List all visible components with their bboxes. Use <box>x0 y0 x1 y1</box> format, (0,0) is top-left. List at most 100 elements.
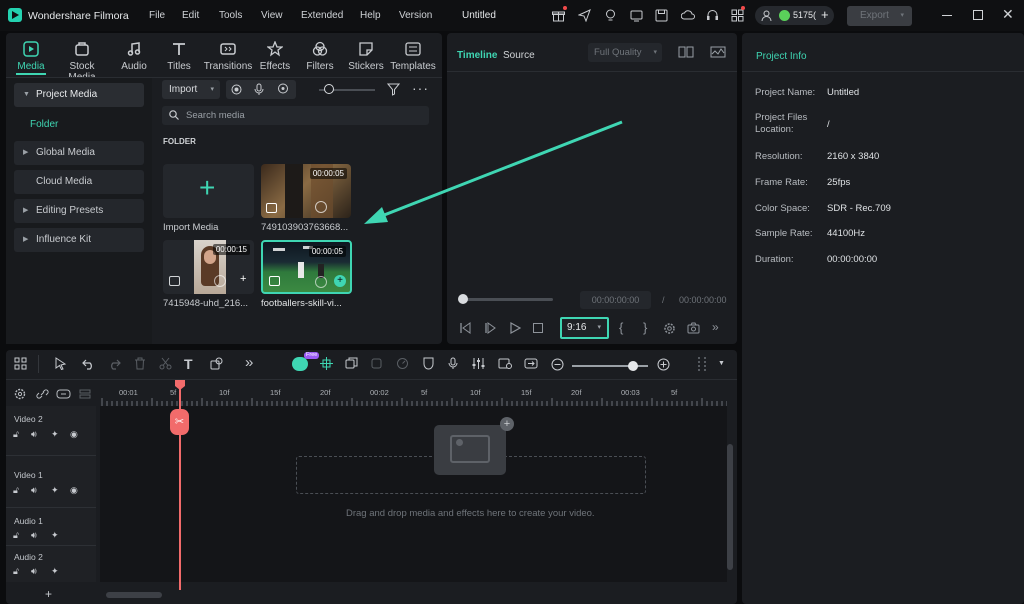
filter-icon[interactable] <box>387 83 400 96</box>
more-controls-icon[interactable]: » <box>712 320 719 334</box>
mute-track-icon[interactable]: 🔊︎ <box>31 485 37 496</box>
grid-dots-icon[interactable] <box>696 356 708 372</box>
tab-media[interactable]: Media <box>6 39 56 72</box>
mark-out-icon[interactable]: } <box>643 320 647 335</box>
undo-icon[interactable] <box>82 357 95 370</box>
voiceover-icon[interactable] <box>448 357 458 370</box>
account-credits[interactable]: 5175( + <box>755 6 834 25</box>
compare-view-icon[interactable] <box>678 46 694 58</box>
import-media-tile[interactable]: + <box>163 164 254 218</box>
mute-track-icon[interactable]: 🔊︎ <box>31 530 37 541</box>
split-icon[interactable] <box>159 357 172 370</box>
ai-assistant-icon[interactable] <box>292 357 308 371</box>
menu-tools[interactable]: Tools <box>219 10 242 21</box>
record-screen-icon[interactable] <box>231 84 242 95</box>
tab-titles[interactable]: Titles <box>156 39 202 72</box>
zoom-in-icon[interactable] <box>657 358 670 371</box>
tab-stickers[interactable]: Stickers <box>341 39 391 72</box>
vertical-scrollbar[interactable] <box>727 444 733 570</box>
lock-track-icon[interactable]: 🔓︎ <box>13 429 19 440</box>
tab-filters[interactable]: Filters <box>296 39 344 72</box>
current-time[interactable]: 00:00:00:00 <box>580 291 651 309</box>
redo-icon[interactable] <box>108 357 121 370</box>
close-icon[interactable]: ✕ <box>1002 6 1014 23</box>
previous-frame-icon[interactable] <box>459 322 471 334</box>
tab-templates[interactable]: Templates <box>387 39 439 72</box>
export-button[interactable]: Export ▾ <box>847 6 912 26</box>
import-dropdown[interactable]: Import ▾ <box>162 80 220 99</box>
track-area[interactable] <box>100 406 727 582</box>
eye-icon[interactable]: ◉ <box>70 429 78 440</box>
cloud-upload-icon[interactable] <box>681 9 695 22</box>
headset-icon[interactable] <box>706 9 719 22</box>
preview-progress-handle[interactable] <box>458 294 468 304</box>
tab-effects[interactable]: Effects <box>251 39 299 72</box>
scissors-icon[interactable]: ✂ <box>170 409 189 435</box>
sidebar-item-project-media[interactable]: ▼ Project Media <box>14 83 144 107</box>
link-icon[interactable] <box>36 388 49 400</box>
media-thumbnail[interactable]: 00:00:05 <box>261 164 351 218</box>
gift-icon[interactable] <box>552 9 565 22</box>
keyframe-icon[interactable] <box>370 357 383 370</box>
mute-track-icon[interactable]: 🔊︎ <box>31 429 37 440</box>
play-icon[interactable] <box>509 322 521 334</box>
tab-source[interactable]: Source <box>503 50 535 61</box>
mask-icon[interactable] <box>422 357 435 370</box>
lightbulb-icon[interactable] <box>604 9 617 22</box>
lock-track-icon[interactable]: 🔓︎ <box>13 485 19 496</box>
menu-file[interactable]: File <box>149 10 165 21</box>
eye-icon[interactable]: ◉ <box>70 485 78 496</box>
zoom-out-icon[interactable] <box>551 358 564 371</box>
sidebar-item-editing-presets[interactable]: ▶ Editing Presets <box>14 199 144 223</box>
fit-timeline-icon[interactable] <box>524 357 538 370</box>
sidebar-item-influence-kit[interactable]: ▶ Influence Kit <box>14 228 144 252</box>
track-effects-icon[interactable]: ✦ <box>51 429 59 440</box>
track-layers-icon[interactable] <box>79 388 91 400</box>
mark-in-icon[interactable]: { <box>619 320 623 335</box>
text-tool-icon[interactable]: T <box>184 356 193 372</box>
tab-transitions[interactable]: Transitions <box>200 39 256 72</box>
horizontal-scrollbar[interactable] <box>106 592 162 598</box>
track-settings-icon[interactable] <box>14 388 26 400</box>
speed-icon[interactable] <box>396 357 409 370</box>
lock-track-icon[interactable]: 🔓︎ <box>13 566 19 577</box>
minimize-icon[interactable] <box>942 15 952 16</box>
menu-version[interactable]: Version <box>399 10 432 21</box>
preview-progress-bar[interactable] <box>461 298 553 301</box>
select-tool-icon[interactable] <box>54 357 67 370</box>
webcam-icon[interactable] <box>277 83 289 96</box>
screen-icon[interactable] <box>630 9 643 22</box>
audio-mixer-icon[interactable] <box>472 357 485 370</box>
auto-reframe-icon[interactable] <box>498 357 512 370</box>
track-effects-icon[interactable]: ✦ <box>51 485 59 496</box>
mute-track-icon[interactable]: 🔊︎ <box>31 566 37 577</box>
delete-icon[interactable] <box>134 357 146 370</box>
settings-icon[interactable] <box>663 322 676 335</box>
crop-icon[interactable] <box>210 357 224 370</box>
aspect-ratio-dropdown[interactable]: 9:16 ▾ <box>560 317 609 339</box>
more-options-icon[interactable]: ··· <box>412 80 429 96</box>
multicam-icon[interactable] <box>345 357 358 370</box>
media-thumbnail-selected[interactable]: 00:00:05 + <box>261 240 352 294</box>
sidebar-item-cloud-media[interactable]: Cloud Media <box>14 170 144 194</box>
maximize-icon[interactable] <box>973 10 983 20</box>
menu-extended[interactable]: Extended <box>301 10 343 21</box>
stop-icon[interactable] <box>533 323 543 333</box>
track-effects-icon[interactable]: ✦ <box>51 530 59 541</box>
lock-track-icon[interactable]: 🔓︎ <box>13 530 19 541</box>
quality-dropdown[interactable]: Full Quality ▾ <box>588 43 662 62</box>
layout-icon[interactable] <box>14 357 27 370</box>
add-credits-icon[interactable]: + <box>821 7 829 22</box>
menu-edit[interactable]: Edit <box>182 10 199 21</box>
menu-view[interactable]: View <box>261 10 283 21</box>
tab-audio[interactable]: Audio <box>110 39 158 72</box>
ai-cutout-icon[interactable] <box>320 357 333 370</box>
media-thumbnail[interactable]: 00:00:15 + <box>163 240 254 294</box>
magnet-icon[interactable] <box>56 388 71 400</box>
microphone-icon[interactable] <box>254 83 264 96</box>
snapshot-icon[interactable] <box>687 322 700 334</box>
send-icon[interactable] <box>578 9 591 22</box>
tab-timeline[interactable]: Timeline <box>457 50 497 61</box>
add-to-timeline-icon[interactable]: + <box>334 275 346 287</box>
next-frame-icon[interactable] <box>484 322 496 334</box>
